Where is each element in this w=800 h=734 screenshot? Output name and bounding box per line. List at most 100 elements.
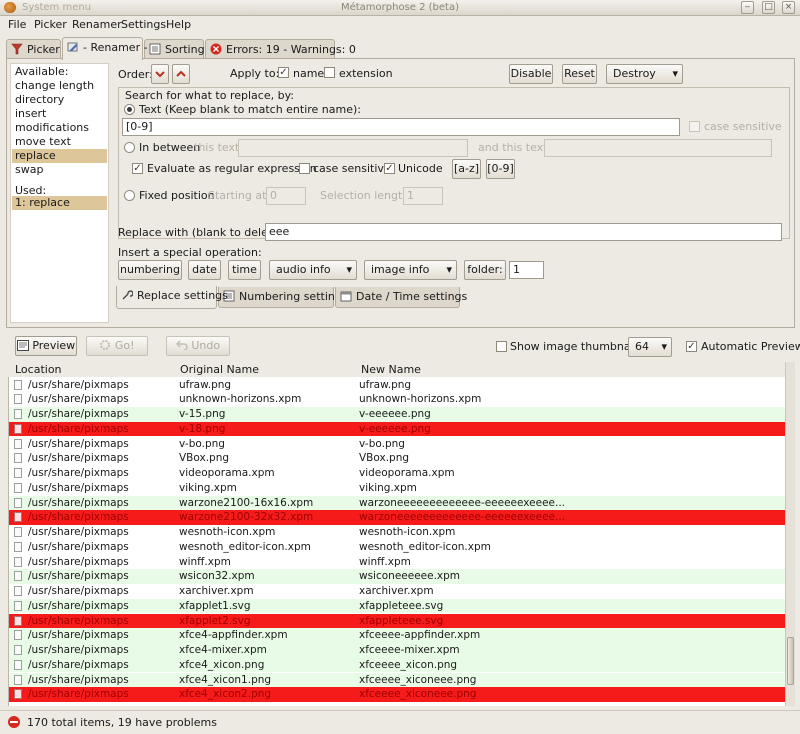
available-item[interactable]: swap: [12, 163, 107, 177]
maximize-icon[interactable]: □: [762, 1, 775, 14]
this-text-field[interactable]: [238, 139, 468, 157]
undo-label: Undo: [191, 339, 221, 352]
available-item[interactable]: modifications: [12, 121, 107, 135]
available-item-selected[interactable]: replace: [12, 149, 107, 163]
apply-name-checkbox[interactable]: ✓: [278, 67, 289, 78]
image-info-combo[interactable]: image info: [364, 260, 457, 280]
available-item[interactable]: change length: [12, 79, 107, 93]
tab-sorting[interactable]: Sorting: [144, 39, 205, 59]
unicode-checkbox[interactable]: ✓: [384, 163, 395, 174]
column-location[interactable]: Location: [15, 363, 62, 376]
date-button[interactable]: date: [188, 260, 221, 280]
destroy-combo[interactable]: Destroy: [606, 64, 683, 84]
case-sensitive-right-checkbox[interactable]: [689, 121, 700, 132]
table-row[interactable]: /usr/share/pixmaps viking.xpm viking.xpm: [9, 481, 785, 496]
text-radio[interactable]: [124, 104, 135, 115]
table-row[interactable]: /usr/share/pixmaps xfapplet2.svg xfapplete…: [9, 613, 785, 629]
table-row[interactable]: /usr/share/pixmaps wesnoth_editor-icon.xp…: [9, 540, 785, 555]
close-icon[interactable]: ×: [782, 1, 795, 14]
chevron-down-icon: [155, 71, 165, 78]
preview-button[interactable]: Preview: [15, 336, 77, 356]
used-item[interactable]: 1: replace: [12, 196, 107, 210]
table-row[interactable]: /usr/share/pixmaps v-bo.png v-bo.png: [9, 437, 785, 452]
menu-renamer[interactable]: Renamer: [72, 18, 122, 31]
preview-toolbar: Preview Go! Undo Show image thumbnails 6…: [0, 334, 800, 360]
table-row[interactable]: /usr/share/pixmaps winff.xpm winff.xpm: [9, 555, 785, 570]
table-scrollbar[interactable]: [785, 362, 795, 706]
fixed-position-radio[interactable]: [124, 190, 135, 201]
available-item[interactable]: directory: [12, 93, 107, 107]
error-icon: [210, 43, 222, 55]
menu-help[interactable]: Help: [166, 18, 191, 31]
cell-new-name: xfappleteee.svg: [359, 614, 444, 627]
time-button[interactable]: time: [228, 260, 261, 280]
case-sensitive-checkbox[interactable]: [299, 163, 310, 174]
cell-new-name: viking.xpm: [359, 481, 417, 494]
undo-button[interactable]: Undo: [166, 336, 230, 356]
table-row[interactable]: /usr/share/pixmaps warzone2100-32x32.xpm w…: [9, 510, 785, 525]
table-row[interactable]: /usr/share/pixmaps xfce4_xicon.png xfceeee…: [9, 657, 785, 673]
regex-az-button[interactable]: [a-z]: [452, 159, 481, 179]
available-item[interactable]: move text: [12, 135, 107, 149]
table-row[interactable]: /usr/share/pixmaps wesnoth-icon.xpm wesnot…: [9, 525, 785, 540]
table-row[interactable]: /usr/share/pixmaps xarchiver.xpm xarchiver…: [9, 584, 785, 599]
move-down-button[interactable]: [151, 64, 169, 84]
show-thumbnails-checkbox[interactable]: [496, 341, 507, 352]
tab-replace-label: Replace settings: [137, 289, 228, 302]
table-row[interactable]: /usr/share/pixmaps v-15.png v-eeeeee.png: [9, 407, 785, 422]
cell-new-name: unknown-horizons.xpm: [359, 393, 482, 406]
folder-button[interactable]: folder:: [464, 260, 506, 280]
table-row[interactable]: /usr/share/pixmaps v-18.png v-eeeeee.png: [9, 421, 785, 437]
column-new-name[interactable]: New Name: [361, 363, 421, 376]
column-original-name[interactable]: Original Name: [180, 363, 259, 376]
cell-original-name: xarchiver.xpm: [179, 585, 254, 597]
menu-settings[interactable]: Settings: [121, 18, 166, 31]
starting-at-field[interactable]: 0: [266, 187, 306, 205]
table-row[interactable]: /usr/share/pixmaps xfce4_xicon1.png xfceee…: [9, 672, 785, 688]
cell-location: /usr/share/pixmaps: [28, 496, 129, 509]
audio-info-combo[interactable]: audio info: [269, 260, 357, 280]
menu-file[interactable]: File: [8, 18, 26, 31]
table-row[interactable]: /usr/share/pixmaps warzone2100-16x16.xpm w…: [9, 495, 785, 511]
table-row[interactable]: /usr/share/pixmaps xfce4-mixer.xpm xfceeee…: [9, 643, 785, 658]
table-row[interactable]: /usr/share/pixmaps VBox.png VBox.png: [9, 451, 785, 466]
apply-extension-checkbox[interactable]: [324, 67, 335, 78]
folder-spin[interactable]: 1: [509, 261, 544, 279]
table-row[interactable]: /usr/share/pixmaps xfapplet1.svg xfapplete…: [9, 598, 785, 614]
table-row[interactable]: /usr/share/pixmaps xfce4_xicon2.png xfceee…: [9, 687, 785, 702]
tab-replace-settings[interactable]: Replace settings: [116, 286, 228, 309]
evaluate-regex-checkbox[interactable]: ✓: [132, 163, 143, 174]
tab-errors[interactable]: Errors: 19 - Warnings: 0: [205, 39, 356, 59]
search-text-field[interactable]: [0-9]: [122, 118, 680, 136]
renamer-panel: Available: change length directory inser…: [6, 58, 795, 328]
table-row[interactable]: /usr/share/pixmaps xfce4-appfinder.xpm xfc…: [9, 628, 785, 643]
minimize-icon[interactable]: ‒: [741, 1, 754, 14]
replace-with-field[interactable]: eee: [265, 223, 782, 241]
auto-preview-checkbox[interactable]: ✓: [686, 341, 697, 352]
available-item[interactable]: insert: [12, 107, 107, 121]
disable-button[interactable]: Disable: [509, 64, 553, 84]
selection-length-field[interactable]: 1: [403, 187, 443, 205]
scrollbar-thumb[interactable]: [787, 637, 794, 685]
regex-09-button[interactable]: [0-9]: [486, 159, 515, 179]
table-row[interactable]: /usr/share/pixmaps videoporama.xpm videopo…: [9, 466, 785, 481]
file-icon: [14, 645, 22, 655]
preview-icon: [16, 340, 29, 351]
table-row[interactable]: /usr/share/pixmaps unknown-horizons.xpm un…: [9, 392, 785, 407]
numbering-button[interactable]: numbering: [118, 260, 182, 280]
cell-new-name: xfceeee_xiconeee.png: [359, 673, 477, 686]
file-icon: [14, 423, 22, 434]
and-this-text-field[interactable]: [544, 139, 772, 157]
table-row[interactable]: /usr/share/pixmaps ufraw.png ufraw.png: [9, 378, 785, 393]
move-up-button[interactable]: [172, 64, 190, 84]
menu-picker[interactable]: Picker: [34, 18, 67, 31]
tab-numbering-settings[interactable]: Numbering settings: [218, 287, 348, 308]
in-between-radio[interactable]: [124, 142, 135, 153]
tab-picker[interactable]: Picker: [6, 39, 61, 59]
table-row[interactable]: /usr/share/pixmaps wsicon32.xpm wsiconeeee…: [9, 569, 785, 584]
thumbnail-size-combo[interactable]: 64: [628, 337, 672, 357]
reset-button[interactable]: Reset: [562, 64, 597, 84]
tab-renamer[interactable]: - Renamer -: [62, 37, 148, 60]
tab-datetime-settings[interactable]: Date / Time settings: [335, 287, 467, 308]
go-button[interactable]: Go!: [86, 336, 148, 356]
